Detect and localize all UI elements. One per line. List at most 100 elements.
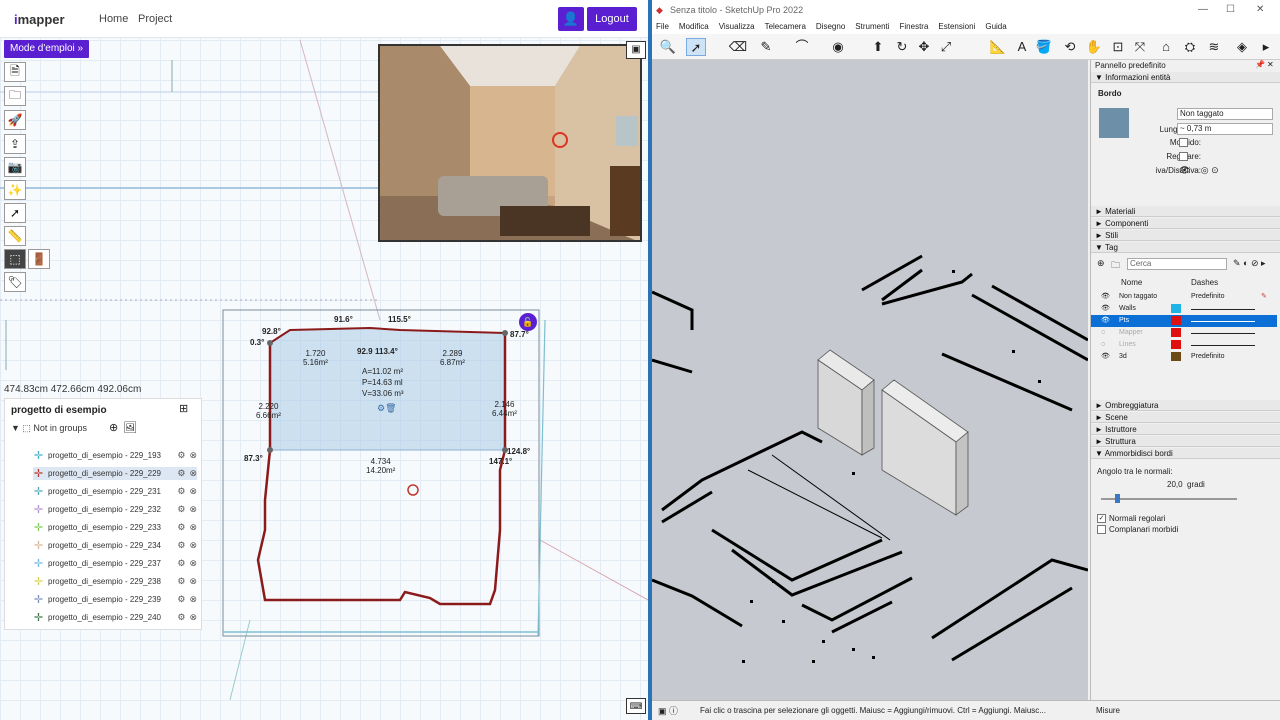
remove-icon[interactable]: ⊗ — [189, 522, 197, 533]
settings-icon[interactable]: ⚙ — [177, 612, 185, 623]
col-name[interactable]: Nome — [1121, 278, 1142, 287]
close-icon[interactable]: ✕ — [1256, 0, 1264, 20]
section-instructor[interactable]: ► Istruttore — [1091, 424, 1280, 435]
follow-me-icon[interactable]: ↻ — [892, 38, 912, 56]
coplanar-checkbox[interactable] — [1097, 525, 1106, 534]
logo[interactable]: imapper — [14, 12, 65, 27]
menu-item[interactable]: Modifica — [679, 22, 709, 31]
tag-color-swatch[interactable] — [1171, 340, 1181, 349]
remove-icon[interactable]: ⊗ — [189, 612, 197, 623]
push-pull-icon[interactable]: ⬆ — [868, 38, 888, 56]
tag-color-swatch[interactable] — [1171, 352, 1181, 361]
paint-bucket-icon[interactable]: 🪣 — [1034, 38, 1054, 56]
tray-close-icon[interactable]: ✕ — [1267, 60, 1274, 69]
menu-item[interactable]: Estensioni — [938, 22, 975, 31]
text-icon[interactable]: A — [1012, 38, 1032, 56]
section-materials[interactable]: ► Materiali — [1091, 206, 1280, 217]
eye-icon[interactable]: ◌ — [1101, 339, 1105, 351]
3d-viewport[interactable] — [652, 60, 1089, 700]
warehouse-icon[interactable]: ⌂ — [1156, 38, 1176, 56]
settings-icon[interactable]: ⚙ — [177, 504, 185, 515]
menu-item[interactable]: Visualizza — [719, 22, 755, 31]
room-edit-icon[interactable]: ⚙🗑 — [377, 403, 397, 414]
remove-icon[interactable]: ⊗ — [189, 450, 197, 461]
remove-icon[interactable]: ⊗ — [189, 576, 197, 587]
move-icon[interactable]: ✥ — [914, 38, 934, 56]
group-header[interactable]: ▼ ⬚ Not in groups — [11, 423, 87, 434]
tag-color-swatch[interactable] — [1171, 328, 1181, 337]
scan-item[interactable]: ✛ progetto_di_esempio - 229_229 ⚙ ⊗ — [33, 467, 197, 480]
rocket-icon[interactable]: 🚀 — [4, 110, 26, 130]
settings-icon[interactable]: ⚙ — [177, 540, 185, 551]
menu-item[interactable]: Telecamera — [765, 22, 806, 31]
scan-item[interactable]: ✛ progetto_di_esempio - 229_238 ⚙ ⊗ — [33, 575, 197, 588]
normals-checkbox[interactable]: ✓ — [1097, 514, 1106, 523]
scan-item[interactable]: ✛ progetto_di_esempio - 229_193 ⚙ ⊗ — [33, 449, 197, 462]
unlock-icon[interactable]: 🔓 — [519, 313, 537, 331]
col-dashes[interactable]: Dashes — [1191, 278, 1218, 287]
pointer-icon[interactable]: ➚ — [4, 203, 26, 223]
tag-color-swatch[interactable] — [1171, 316, 1181, 325]
remove-icon[interactable]: ⊗ — [189, 558, 197, 569]
mode-emploi-button[interactable]: Mode d'emploi » — [4, 40, 90, 58]
scan-item[interactable]: ✛ progetto_di_esempio - 229_240 ⚙ ⊗ — [33, 611, 197, 624]
settings-icon[interactable]: ⚙ — [177, 558, 185, 569]
nav-home[interactable]: Home — [99, 13, 128, 25]
select-tool-icon[interactable]: ➚ — [686, 38, 706, 56]
minimize-icon[interactable]: — — [1198, 0, 1208, 20]
polygon-tool-icon[interactable]: ⬚ — [4, 249, 26, 269]
settings-icon[interactable]: ⚙ — [177, 576, 185, 587]
angle-slider[interactable] — [1101, 498, 1237, 500]
menu-item[interactable]: Finestra — [900, 22, 929, 31]
extension-icon[interactable]: ⛭ — [1180, 38, 1200, 56]
pan-icon[interactable]: ✋ — [1084, 38, 1104, 56]
section-scenes[interactable]: ► Scene — [1091, 412, 1280, 423]
ruler-icon[interactable]: 📏 — [4, 226, 26, 246]
eye-icon[interactable]: 👁 — [1101, 351, 1110, 363]
shape-icon[interactable]: ◉ — [828, 38, 848, 56]
remove-icon[interactable]: ⊗ — [189, 486, 197, 497]
section-tags[interactable]: ▼ Tag — [1091, 242, 1280, 253]
tag-row[interactable]: 👁 Pts — [1091, 315, 1277, 327]
nav-project[interactable]: Project — [138, 13, 172, 25]
scale-icon[interactable]: ⤢ — [936, 38, 956, 56]
tag-search-input[interactable]: Cerca — [1127, 258, 1227, 270]
zoom-icon[interactable]: 🔍 — [658, 38, 678, 56]
settings-icon[interactable]: ⚙ — [177, 468, 185, 479]
tag-select[interactable]: Non taggato — [1177, 108, 1273, 120]
add-group-icon[interactable]: ⊞ — [179, 402, 188, 415]
menu-item[interactable]: Disegno — [816, 22, 845, 31]
zoom-window-icon[interactable]: ⊡ — [1108, 38, 1128, 56]
eraser-icon[interactable]: ⌫ — [728, 38, 748, 56]
remove-icon[interactable]: ⊗ — [189, 540, 197, 551]
tag-icon[interactable]: 🏷 — [4, 272, 26, 292]
logout-button[interactable]: Logout — [587, 7, 637, 31]
remove-icon[interactable]: ⊗ — [189, 468, 197, 479]
scan-item[interactable]: ✛ progetto_di_esempio - 229_232 ⚙ ⊗ — [33, 503, 197, 516]
magic-wand-icon[interactable]: ✨ — [4, 180, 26, 200]
scan-item[interactable]: ✛ progetto_di_esempio - 229_239 ⚙ ⊗ — [33, 593, 197, 606]
remove-icon[interactable]: ⊗ — [189, 504, 197, 515]
document-icon[interactable]: 🗎 — [4, 62, 26, 82]
add-scan-icon[interactable]: ⊕ — [109, 421, 118, 434]
scan-item[interactable]: ✛ progetto_di_esempio - 229_233 ⚙ ⊗ — [33, 521, 197, 534]
tag-row[interactable]: 👁 Walls — [1091, 303, 1277, 315]
menu-item[interactable]: Strumenti — [855, 22, 889, 31]
tape-measure-icon[interactable]: 📐 — [988, 38, 1008, 56]
menu-item[interactable]: File — [656, 22, 669, 31]
panorama-preview[interactable] — [378, 44, 642, 242]
pin-icon[interactable]: 📌 — [1255, 60, 1265, 69]
tag-tools-icon[interactable]: ✎ ◐ ⊘ ▸ — [1233, 258, 1266, 269]
add-folder-icon[interactable]: 🗀 — [1111, 258, 1120, 274]
pencil-icon[interactable]: ✎ — [1261, 291, 1267, 303]
scan-item[interactable]: ✛ progetto_di_esempio - 229_237 ⚙ ⊗ — [33, 557, 197, 570]
pencil-icon[interactable]: ✎ — [756, 38, 776, 56]
maximize-icon[interactable]: ☐ — [1226, 0, 1235, 20]
tag-row[interactable]: ◌ Mapper — [1091, 327, 1277, 339]
tag-color-swatch[interactable] — [1171, 304, 1181, 313]
section-entity-info[interactable]: ▼ Informazioni entità — [1091, 72, 1280, 83]
image-icon[interactable]: ▣ — [626, 41, 646, 59]
zoom-extents-icon[interactable]: ⤧ — [1130, 38, 1150, 56]
scan-item[interactable]: ✛ progetto_di_esempio - 229_231 ⚙ ⊗ — [33, 485, 197, 498]
overflow-icon[interactable]: ▸ — [1256, 38, 1276, 56]
